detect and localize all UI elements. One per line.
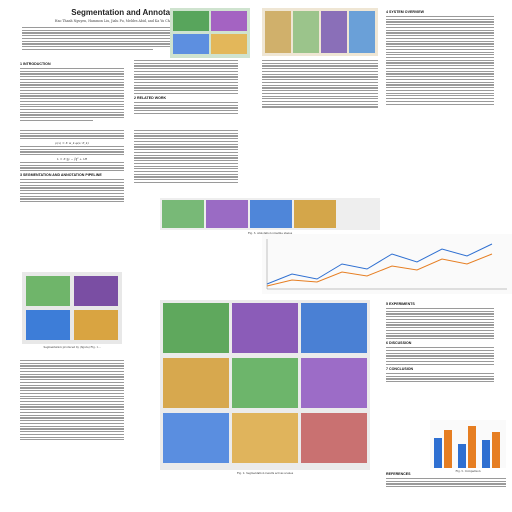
column-1-bottom (20, 360, 124, 442)
column-1-lower: p(x) = Σ w_k φ(x; θ_k) L = Σ ‖y − ŷ‖² + … (20, 130, 124, 204)
paper-page: Segmentation and Annotation Hao Thanh Ng… (0, 0, 512, 512)
column-2-lower (134, 130, 238, 185)
column-4-lower: 5 EXPERIMENTS 6 DISCUSSION 7 CONCLUSION (386, 300, 494, 384)
figure-top-middle (170, 8, 250, 58)
section-heading: 7 CONCLUSION (386, 366, 414, 371)
section-heading: 3 SEGMENTATION AND ANNOTATION PIPELINE (20, 173, 102, 178)
column-4: 4 SYSTEM OVERVIEW (386, 8, 494, 106)
section-heading: 1 INTRODUCTION (20, 62, 51, 66)
section-heading: 6 DISCUSSION (386, 341, 412, 346)
line-plot-svg (262, 234, 512, 294)
figure-bar-chart (430, 420, 506, 468)
figure-caption: Fig. 2. Segmentation results across scen… (236, 472, 294, 475)
figure-caption: Segmentation produced by (figure) Fig. 1… (43, 346, 101, 349)
figure-top-right-a (262, 8, 378, 56)
column-1: 1 INTRODUCTION (20, 60, 124, 123)
section-heading: 5 EXPERIMENTS (386, 302, 415, 306)
column-3 (262, 60, 378, 109)
figure-strip-top (160, 198, 380, 230)
figure-results-grid (160, 300, 370, 470)
section-heading: 4 SYSTEM OVERVIEW (386, 10, 425, 14)
section-heading: 2 RELATED WORK (134, 96, 167, 100)
figure-line-plot (262, 234, 512, 294)
references: REFERENCES (386, 470, 506, 489)
section-heading: REFERENCES (386, 472, 411, 476)
column-2: 2 RELATED WORK (134, 60, 238, 116)
figure-segmentation-examples (22, 272, 122, 344)
